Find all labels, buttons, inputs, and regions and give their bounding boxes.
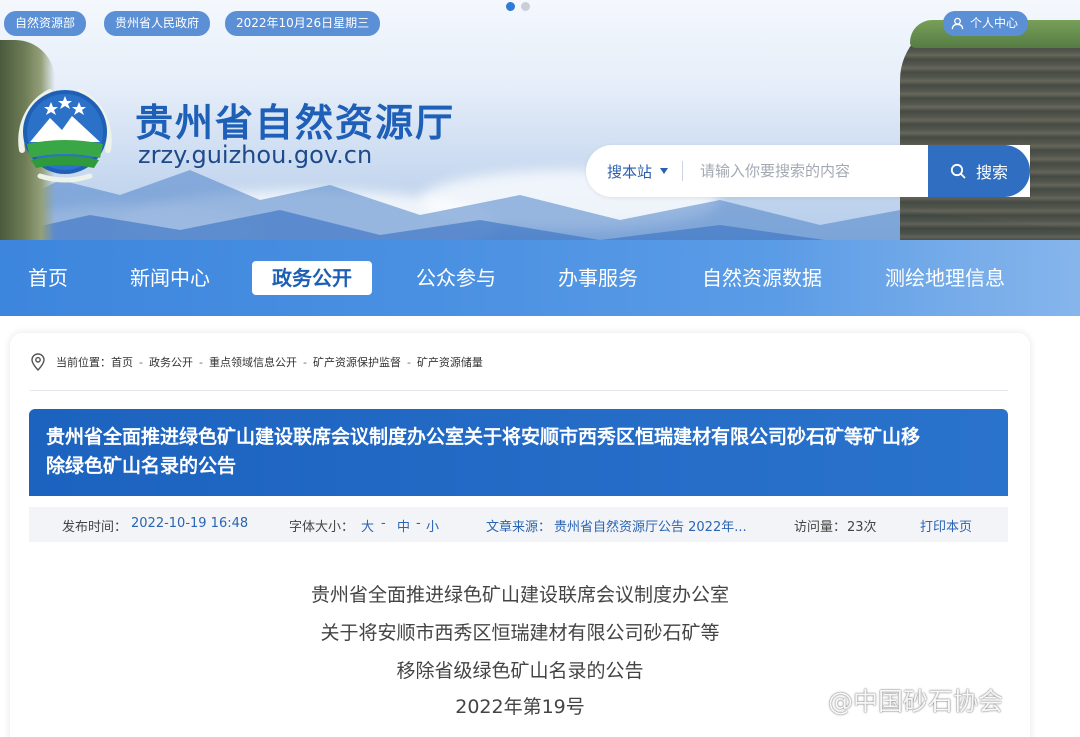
user-icon xyxy=(951,17,964,30)
search-divider xyxy=(682,161,684,181)
watermark: @中国砂石协会 xyxy=(828,682,1003,718)
link-ministry[interactable]: 自然资源部 xyxy=(4,11,87,36)
breadcrumb-item-home[interactable]: 首页 xyxy=(111,354,133,370)
carousel-dot[interactable] xyxy=(506,2,515,11)
font-size-large[interactable]: 大 xyxy=(361,516,374,535)
emblem-logo xyxy=(18,89,112,183)
main-nav: 首页 新闻中心 政务公开 公众参与 办事服务 自然资源数据 测绘地理信息 xyxy=(0,240,1080,316)
user-center-button[interactable]: 个人中心 xyxy=(943,11,1029,36)
nav-item-resource-data[interactable]: 自然资源数据 xyxy=(702,261,822,295)
search-scope-dropdown[interactable]: 搜本站 xyxy=(607,161,669,182)
article-title-line: 贵州省全面推进绿色矿山建设联席会议制度办公室关于将安顺市西秀区恒瑞建材有限公司砂… xyxy=(46,426,921,448)
search-button-label: 搜索 xyxy=(975,163,1008,182)
site-title: 贵州省自然资源厅 xyxy=(135,101,456,145)
carousel-dots xyxy=(506,2,530,11)
font-size-separator: - xyxy=(381,516,386,531)
article-title-box: 贵州省全面推进绿色矿山建设联席会议制度办公室关于将安顺市西秀区恒瑞建材有限公司砂… xyxy=(29,409,1008,496)
current-date: 2022年10月26日星期三 xyxy=(225,11,381,36)
carousel-dot[interactable] xyxy=(521,2,530,11)
nav-item-surveying[interactable]: 测绘地理信息 xyxy=(885,261,1005,295)
document-heading-line: 关于将安顺市西秀区恒瑞建材有限公司砂石矿等 xyxy=(320,622,720,644)
breadcrumb-label: 当前位置： xyxy=(56,356,111,369)
font-size-medium[interactable]: 中 xyxy=(397,516,410,535)
search-button[interactable]: 搜索 xyxy=(928,145,1030,197)
banner-cliff-right xyxy=(900,20,1080,240)
article-source-label: 文章来源： xyxy=(486,520,552,535)
breadcrumb-separator: - xyxy=(198,355,203,369)
nav-item-services[interactable]: 办事服务 xyxy=(558,261,638,295)
breadcrumb-separator: - xyxy=(406,355,411,369)
site-domain: zrzy.guizhou.gov.cn xyxy=(138,141,373,169)
nav-item-gov-affairs[interactable]: 政务公开 xyxy=(252,261,372,295)
search-input[interactable] xyxy=(700,162,921,180)
article-title-line: 除绿色矿山名录的公告 xyxy=(46,455,237,477)
nav-item-home[interactable]: 首页 xyxy=(28,261,68,295)
document-heading-line: 移除省级绿色矿山名录的公告 xyxy=(396,660,644,682)
search-icon xyxy=(950,163,966,179)
breadcrumb-item-key-areas[interactable]: 重点领域信息公开 xyxy=(209,354,297,370)
print-page-link[interactable]: 打印本页 xyxy=(920,516,972,535)
article-meta-bar: 发布时间： 2022-10-19 16:48 字体大小： 大 - 中 - 小 文… xyxy=(29,507,1008,542)
font-size-separator: - xyxy=(416,516,421,531)
nav-item-news[interactable]: 新闻中心 xyxy=(130,261,210,295)
breadcrumb-item-mineral-reserves[interactable]: 矿产资源储量 xyxy=(417,354,483,370)
breadcrumb-item-mineral-supervision[interactable]: 矿产资源保护监督 xyxy=(313,354,401,370)
link-provincial-government[interactable]: 贵州省人民政府 xyxy=(104,11,211,36)
document-heading-line: 贵州省全面推进绿色矿山建设联席会议制度办公室 xyxy=(310,584,729,606)
breadcrumb-separator: - xyxy=(139,355,143,369)
nav-item-public[interactable]: 公众参与 xyxy=(416,261,496,295)
location-pin-icon xyxy=(31,353,45,371)
watermark-text: @中国砂石协会 xyxy=(828,687,1004,716)
article-source-value: 贵州省自然资源厅公告 2022年... xyxy=(554,520,747,535)
breadcrumb-separator: - xyxy=(302,355,307,369)
caret-down-icon xyxy=(660,168,669,174)
font-size-small[interactable]: 小 xyxy=(426,516,439,535)
publish-time-label: 发布时间： xyxy=(62,520,128,535)
search-scope-label: 搜本站 xyxy=(607,162,653,181)
breadcrumb-item-gov-affairs[interactable]: 政务公开 xyxy=(149,354,193,370)
view-count-label: 访问量： xyxy=(794,520,847,535)
user-center-label: 个人中心 xyxy=(970,16,1019,30)
font-size-label: 字体大小： xyxy=(289,520,355,535)
breadcrumb: 当前位置： 首页 - 政务公开 - 重点领域信息公开 - 矿产资源保护监督 - … xyxy=(30,352,483,372)
view-count-value: 23次 xyxy=(847,520,877,535)
breadcrumb-divider xyxy=(30,390,1008,391)
publish-time-value: 2022-10-19 16:48 xyxy=(131,516,249,531)
